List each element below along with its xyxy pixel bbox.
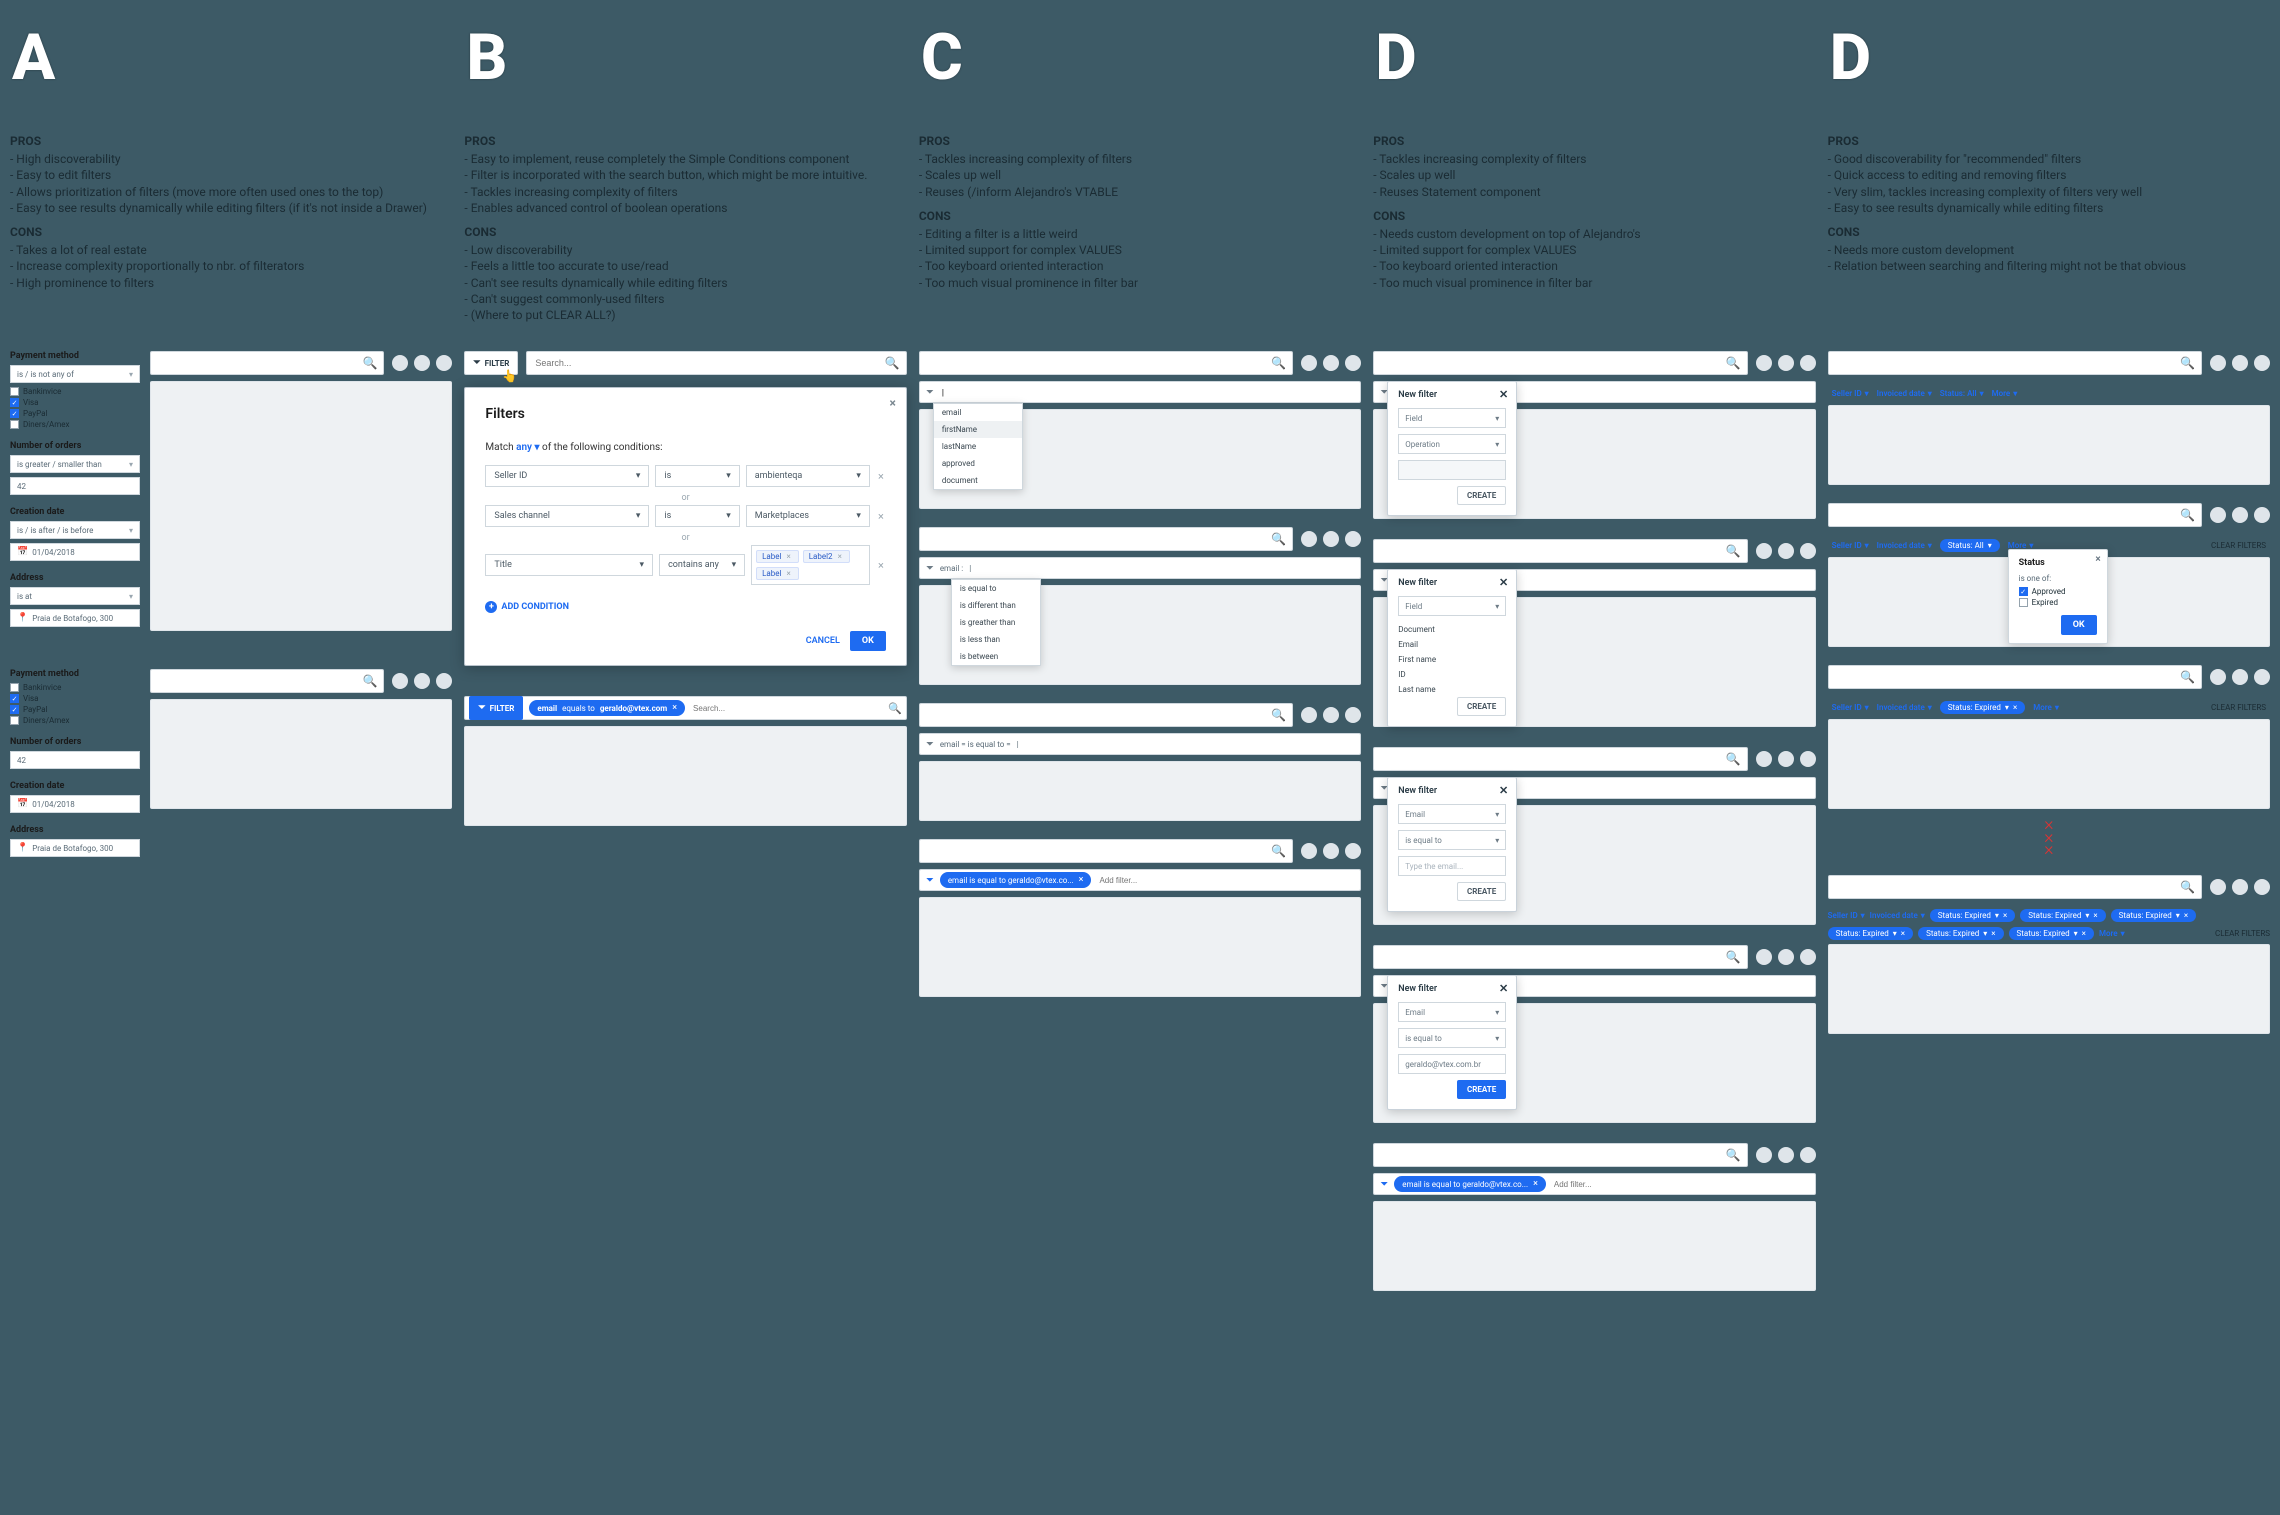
search-icon[interactable]: 🔍 bbox=[888, 702, 902, 715]
cursor-icon: 👆 bbox=[502, 369, 517, 383]
qf-seller[interactable]: Seller ID▾ bbox=[1832, 389, 1869, 398]
remove-icon: × bbox=[672, 703, 677, 713]
new-filter-card: ✕ New filter Email▾ is equal to▾ Type th… bbox=[1387, 777, 1517, 912]
chip-filter-bar: ⏷FILTER emailequals togeraldo@vtex.com× … bbox=[464, 696, 906, 720]
column-b: B PROS Easy to implement, reuse complete… bbox=[464, 20, 906, 1291]
funnel-icon: ⏷ bbox=[478, 703, 485, 713]
new-filter-card: ✕ New filter Field▾ Document Email First… bbox=[1387, 569, 1517, 727]
cancel-button[interactable]: CANCEL bbox=[806, 636, 840, 646]
op-dropdown[interactable]: is equal tois different thanis greather … bbox=[951, 579, 1041, 666]
search-icon: 🔍 bbox=[885, 356, 900, 370]
notes-a: PROS High discoverabilityEasy to edit fi… bbox=[10, 125, 452, 325]
x-icon: × bbox=[1828, 844, 2270, 857]
create-button[interactable]: CREATE bbox=[1457, 486, 1506, 505]
remove-icon[interactable]: × bbox=[876, 559, 886, 572]
search-input[interactable]: 🔍 bbox=[526, 351, 906, 375]
filter-pill: email is equal to geraldo@vtex.co...× bbox=[940, 872, 1092, 888]
orders-op[interactable]: is greater / smaller than▾ bbox=[10, 455, 140, 473]
qf-status-open[interactable]: Status: All▾ bbox=[1940, 539, 2000, 552]
sidebar-filters-expanded: Payment method is / is not any of▾ Banki… bbox=[10, 351, 140, 639]
new-filter-card: ✕ New filter Email▾ is equal to▾ geraldo… bbox=[1387, 975, 1517, 1110]
column-d1: D PROS Tackles increasing complexity of … bbox=[1373, 20, 1815, 1291]
creation-val[interactable]: 📅01/04/2018 bbox=[10, 543, 140, 561]
close-icon[interactable]: ✕ bbox=[1499, 388, 1508, 401]
ok-button[interactable]: OK bbox=[850, 631, 886, 651]
sidebar-filters-condensed: Payment method Bankinvice ✓Visa ✓PayPal … bbox=[10, 669, 140, 869]
chip-input[interactable]: Label× Label2× Label× bbox=[751, 545, 870, 585]
condition-row: Title▾ contains any▾ Label× Label2× Labe… bbox=[485, 545, 885, 585]
payment-opt-1[interactable]: ✓Visa bbox=[10, 398, 140, 407]
address-op[interactable]: is at▾ bbox=[10, 587, 140, 605]
quick-filter-bar: Seller ID▾ Invoiced date▾ Status: All▾ M… bbox=[1828, 381, 2270, 405]
search-input[interactable]: 🔍 bbox=[150, 351, 384, 375]
status-pill[interactable]: Status: Expired▾× bbox=[1940, 701, 2025, 714]
filter-pill: email is equal to geraldo@vtex.co...× bbox=[1394, 1176, 1546, 1192]
column-a: A PROS High discoverabilityEasy to edit … bbox=[10, 20, 452, 1291]
funnel-icon: ⏷ bbox=[926, 387, 934, 398]
filter-bar[interactable]: ⏷ bbox=[919, 381, 1361, 403]
search-icon: 🔍 bbox=[362, 356, 377, 370]
search-input[interactable]: 🔍 bbox=[150, 669, 384, 693]
results-body bbox=[150, 381, 452, 631]
condition-row: Sales channel▾ is▾ Marketplaces▾ × bbox=[485, 505, 885, 527]
calendar-icon: 📅 bbox=[17, 547, 28, 557]
funnel-icon: ⏷ bbox=[473, 358, 480, 368]
toolbar-dots bbox=[392, 355, 452, 371]
qf-invoiced[interactable]: Invoiced date▾ bbox=[1877, 389, 1932, 398]
match-any[interactable]: any ▾ bbox=[516, 442, 542, 453]
filter-button[interactable]: ⏷FILTER bbox=[469, 696, 523, 720]
ok-button[interactable]: OK bbox=[2061, 615, 2097, 635]
field-dropdown[interactable]: emailfirstNamelastNameapproveddocument bbox=[933, 403, 1023, 490]
add-condition[interactable]: +ADD CONDITION bbox=[485, 601, 569, 613]
pin-icon: 📍 bbox=[17, 843, 28, 853]
search-icon: 🔍 bbox=[362, 674, 377, 688]
new-filter-card: ✕ New filter Field▾ Operation▾ CREATE bbox=[1387, 381, 1517, 516]
payment-opt-3[interactable]: Diners/Amex bbox=[10, 420, 140, 429]
qf-status[interactable]: Status: All▾ bbox=[1940, 389, 1984, 398]
modal-title: Filters bbox=[485, 406, 885, 422]
remove-icon[interactable]: × bbox=[876, 470, 886, 483]
filter-pill[interactable]: emailequals togeraldo@vtex.com× bbox=[529, 700, 685, 716]
clear-filters[interactable]: CLEAR FILTERS bbox=[2211, 541, 2266, 550]
filters-modal: × Filters Match any ▾ of the following c… bbox=[464, 387, 906, 666]
payment-op[interactable]: is / is not any of▾ bbox=[10, 365, 140, 383]
orders-val[interactable]: 42 bbox=[10, 477, 140, 495]
payment-opt-2[interactable]: ✓PayPal bbox=[10, 409, 140, 418]
results-body bbox=[150, 699, 452, 809]
address-val[interactable]: 📍Praia de Botafogo, 300 bbox=[10, 609, 140, 627]
remove-icon[interactable]: × bbox=[876, 510, 886, 523]
status-popover: × Status is one of: ✓Approved Expired OK bbox=[2008, 549, 2108, 644]
column-c: C PROS Tackles increasing complexity of … bbox=[919, 20, 1361, 1291]
close-icon[interactable]: ✕ bbox=[1499, 576, 1508, 589]
payment-label: Payment method bbox=[10, 351, 140, 361]
search-input[interactable] bbox=[691, 703, 882, 714]
qf-more[interactable]: More▾ bbox=[1992, 389, 2018, 398]
payment-opt-0[interactable]: Bankinvice bbox=[10, 387, 140, 396]
column-d2: D PROS Good discoverability for "recomme… bbox=[1828, 20, 2270, 1291]
close-icon[interactable]: × bbox=[889, 396, 895, 410]
condition-row: Seller ID▾ is▾ ambienteqa▾ × bbox=[485, 465, 885, 487]
creation-op[interactable]: is / is after / is before▾ bbox=[10, 521, 140, 539]
col-letter: A bbox=[12, 20, 452, 95]
pin-icon: 📍 bbox=[17, 613, 28, 623]
close-icon[interactable]: × bbox=[2095, 554, 2100, 565]
calendar-icon: 📅 bbox=[17, 799, 28, 809]
